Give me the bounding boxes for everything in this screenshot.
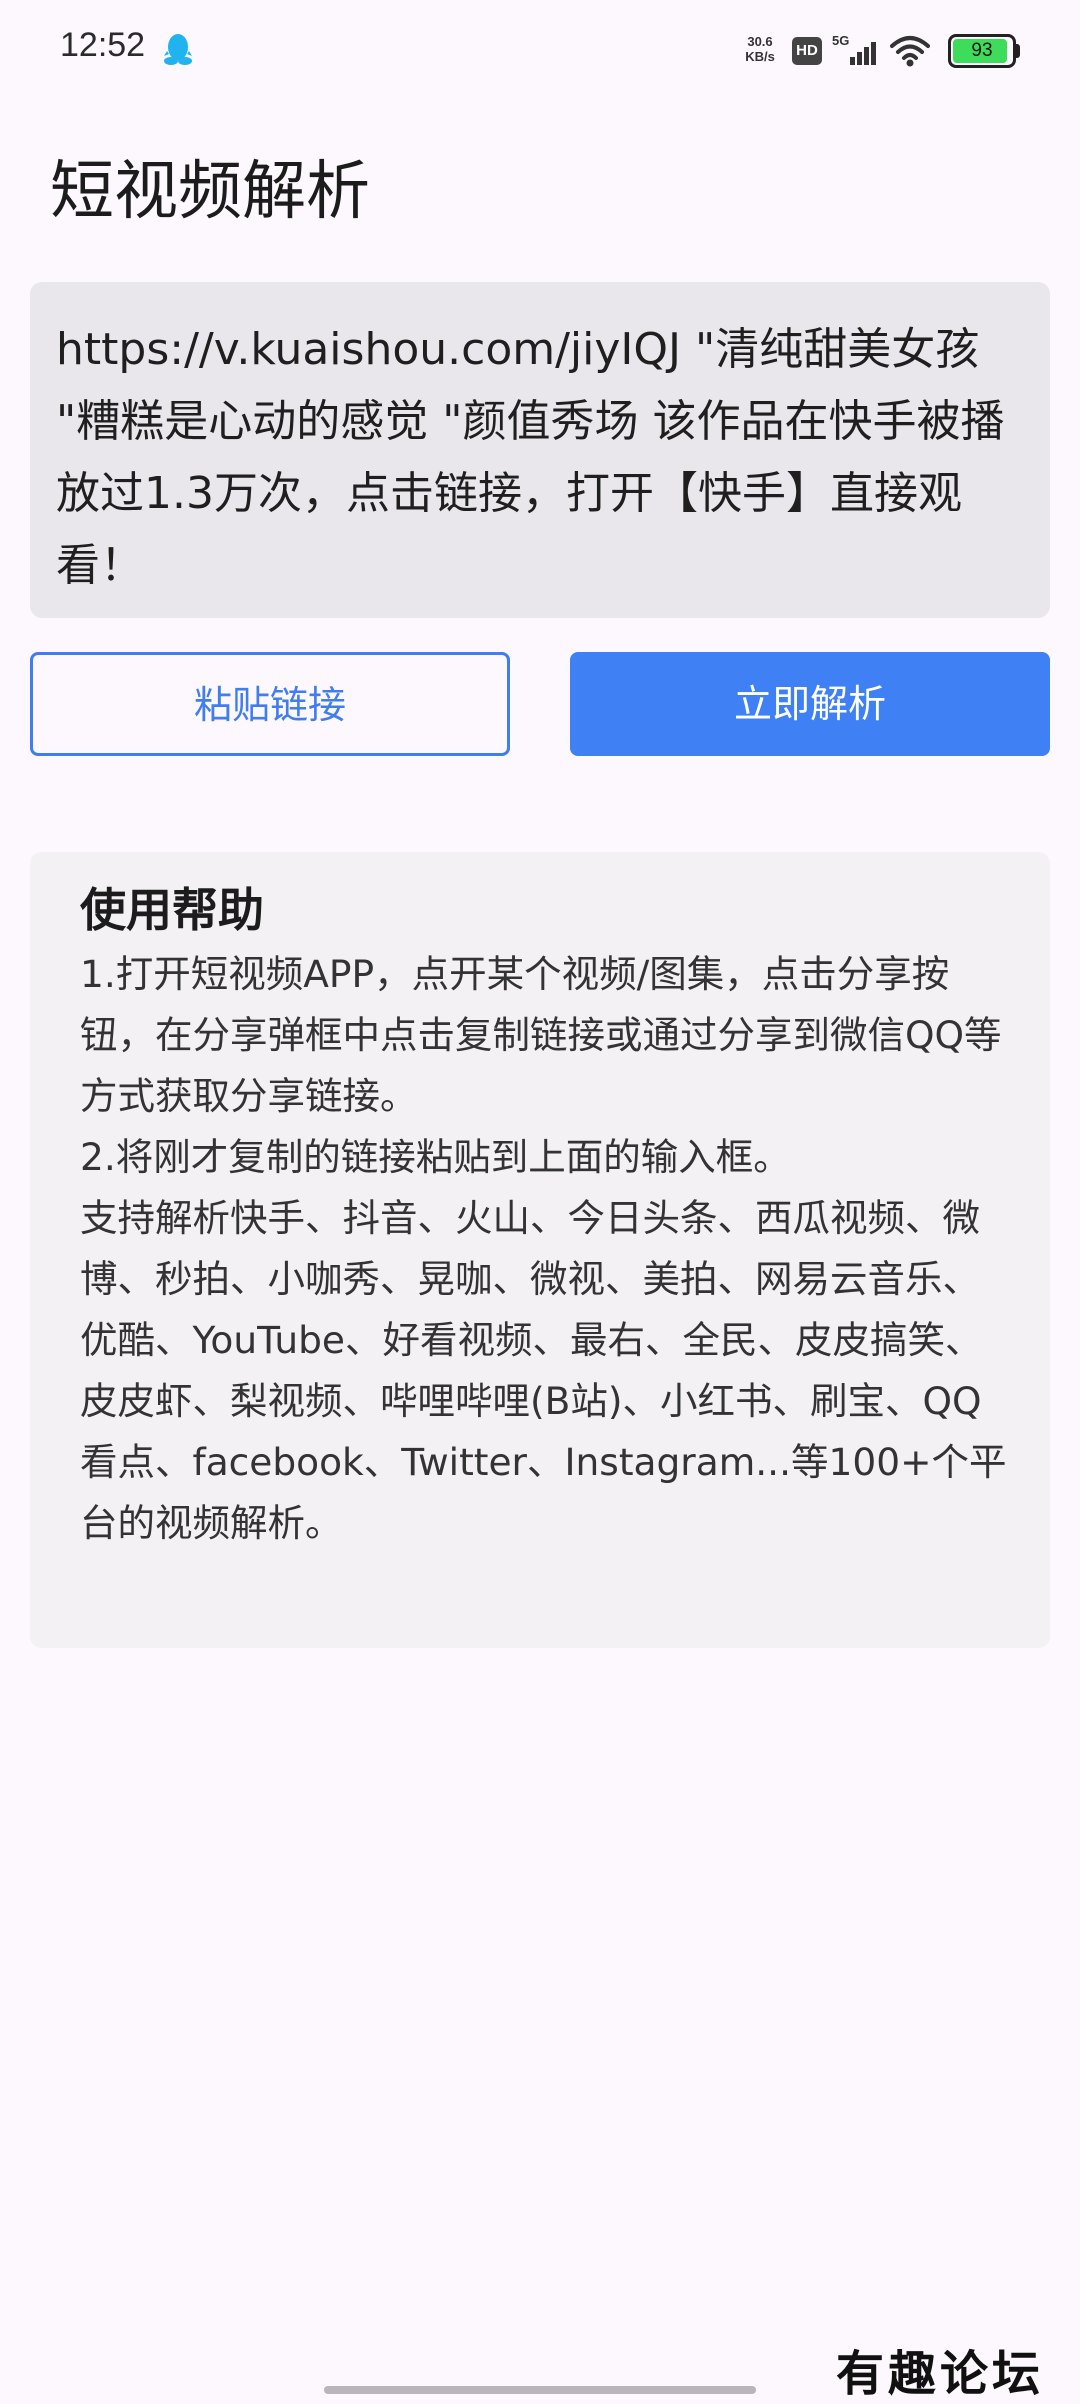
link-input[interactable]: https://v.kuaishou.com/jiyIQJ "清纯甜美女孩 "糟… [30,282,1050,618]
battery-level-text: 93 [971,40,993,61]
home-indicator[interactable] [324,2386,756,2394]
help-supported-platforms: 支持解析快手、抖音、火山、今日头条、西瓜视频、微博、秒拍、小咖秀、晃咖、微视、美… [80,1196,1007,1545]
battery-body: 93 [948,34,1016,68]
help-title: 使用帮助 [80,883,264,937]
parse-now-button[interactable]: 立即解析 [570,652,1050,756]
page-title: 短视频解析 [50,155,370,229]
battery-icon: 93 [948,34,1020,68]
network-speed-unit: KB/s [745,49,775,64]
network-type-label: 5G [832,33,849,48]
qq-penguin-icon [164,34,192,65]
help-step-1: 1.打开短视频APP，点开某个视频/图集，点击分享按钮，在分享弹框中点击复制链接… [80,952,1002,1118]
network-speed: 30.6 KB/s [740,34,780,64]
status-time: 12:52 [60,26,146,64]
cellular-signal-icon: 5G [832,33,876,65]
wifi-icon [890,36,930,67]
link-input-text[interactable]: https://v.kuaishou.com/jiyIQJ "清纯甜美女孩 "糟… [56,314,1024,602]
help-card: 使用帮助 1.打开短视频APP，点开某个视频/图集，点击分享按钮，在分享弹框中点… [30,852,1050,1648]
help-step-2: 2.将刚才复制的链接粘贴到上面的输入框。 [80,1135,791,1179]
forum-watermark: 有趣论坛 [836,2346,1045,2402]
network-speed-value: 30.6 [747,34,773,49]
status-bar: 12:52 30.6 KB/s HD 5G 93 [0,0,1080,100]
battery-tip [1016,44,1020,58]
hd-voice-icon: HD [792,37,822,65]
paste-link-button[interactable]: 粘贴链接 [30,652,510,756]
